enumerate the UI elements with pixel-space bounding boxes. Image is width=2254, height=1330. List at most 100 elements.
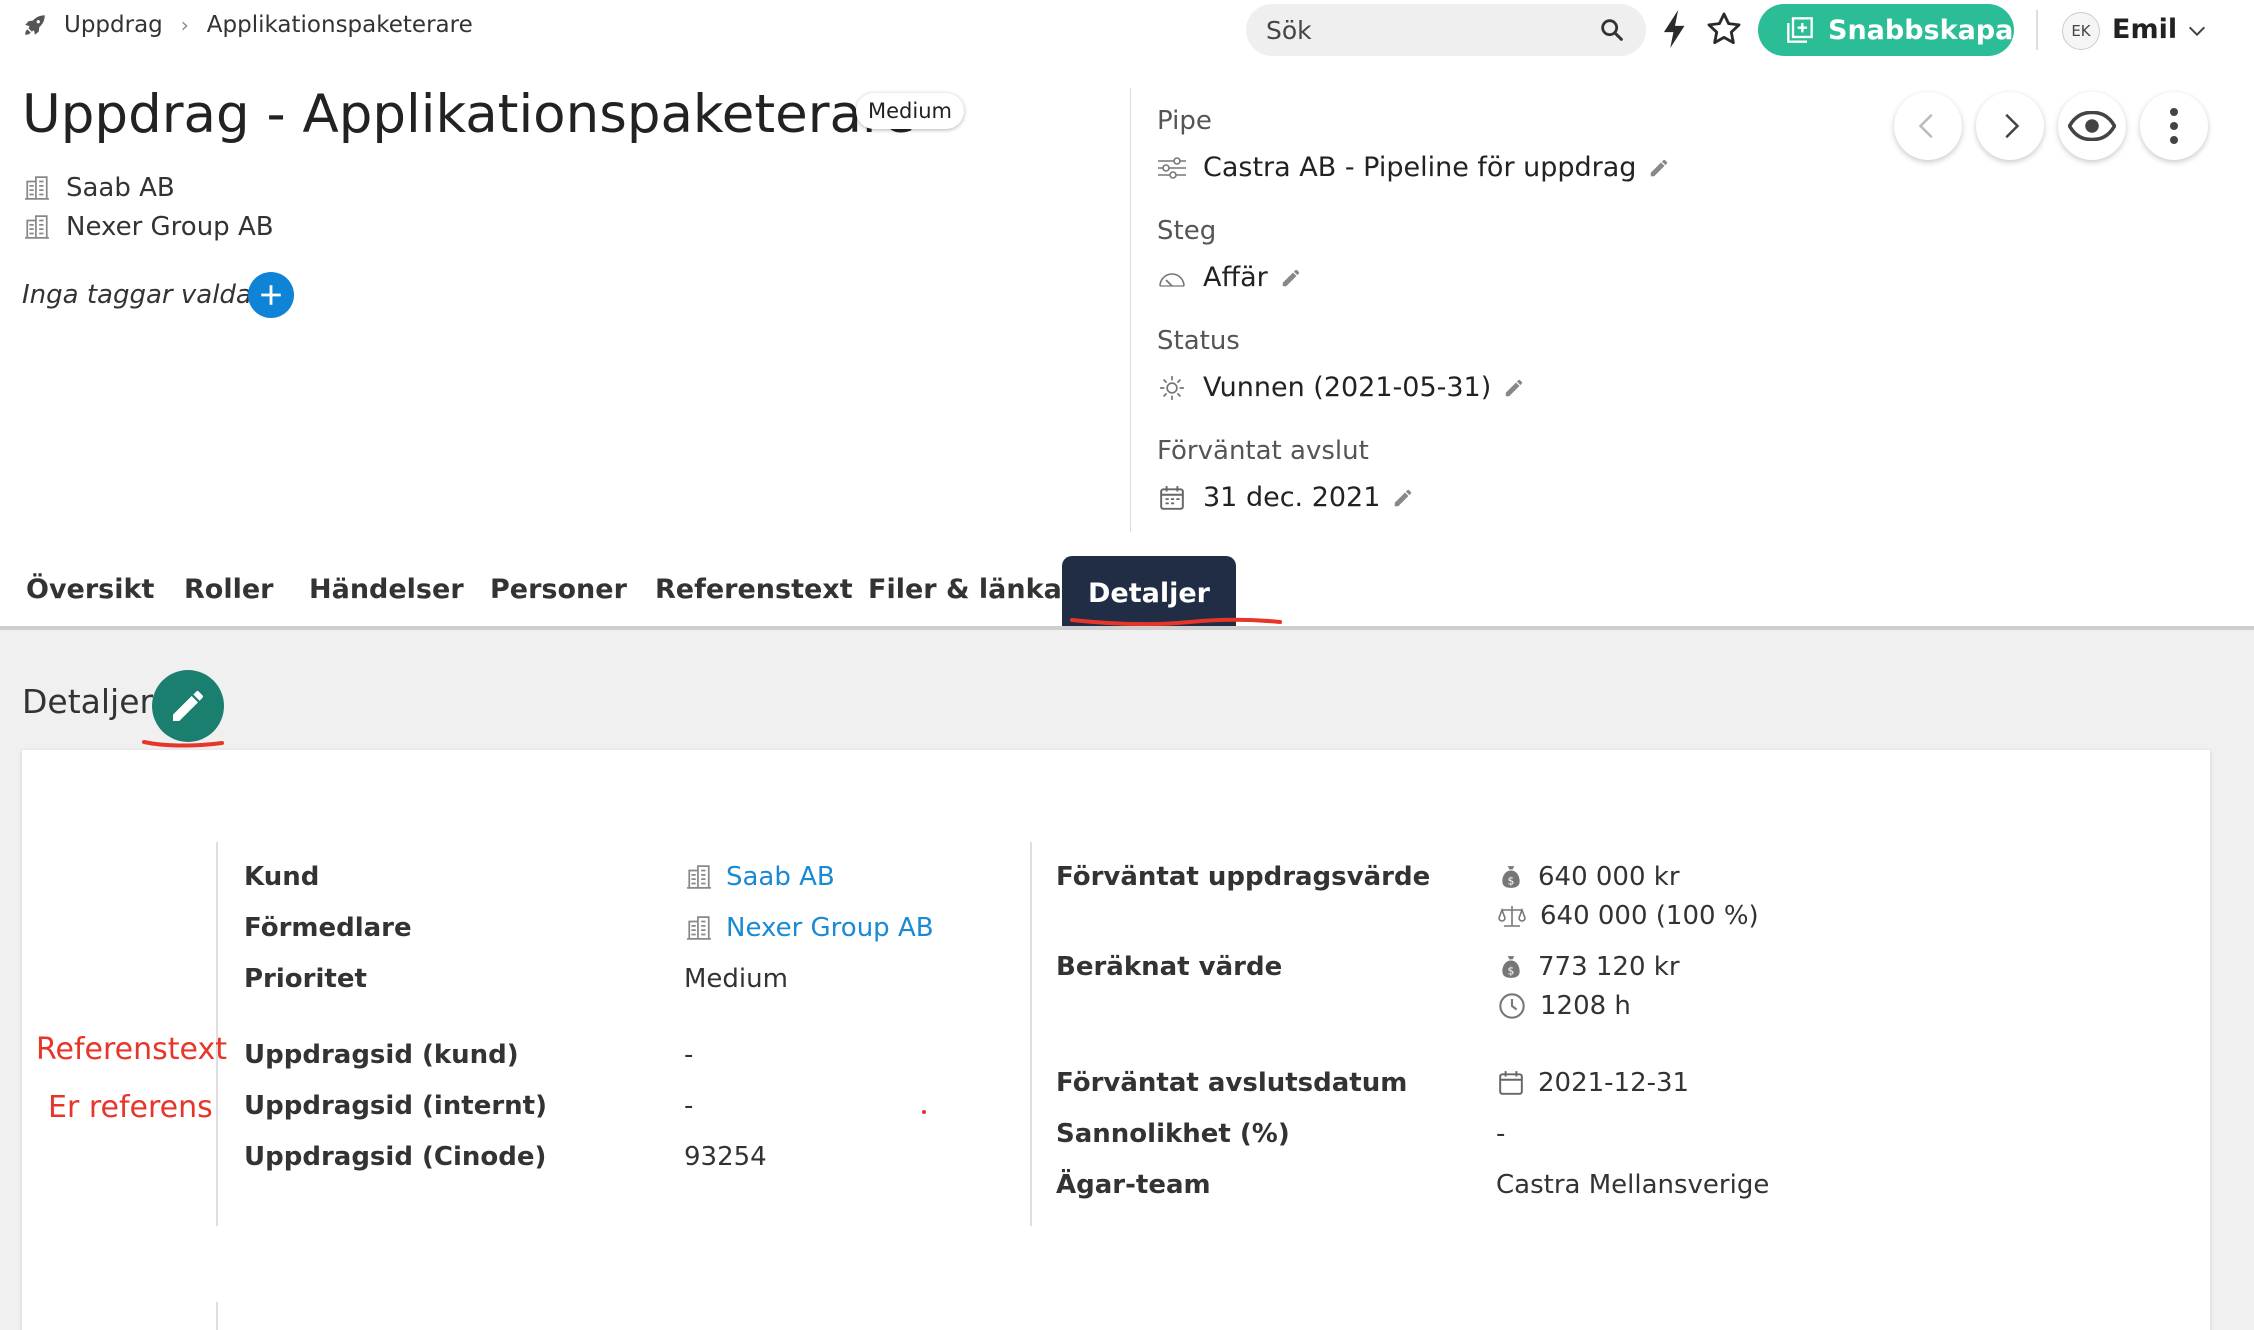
breadcrumb-separator: › [180, 13, 189, 37]
star-icon[interactable] [1705, 10, 1743, 48]
pipe-field: Castra AB - Pipeline för uppdrag [1157, 152, 1670, 183]
building-icon [687, 916, 711, 940]
detail-label: Ägar-team [1056, 1170, 1211, 1200]
tab-referenstext[interactable]: Referenstext [655, 574, 853, 605]
detail-value: - [684, 1040, 694, 1070]
breadcrumb-current: Applikationspaketerare [206, 12, 473, 38]
tab-handelser[interactable]: Händelser [309, 574, 464, 605]
detail-label: Kund [244, 862, 320, 892]
detail-label: Uppdragsid (Cinode) [244, 1142, 547, 1172]
detail-label: Förmedlare [244, 913, 412, 943]
more-options-button[interactable] [2140, 92, 2208, 160]
annotation-er-referens: Er referens [48, 1090, 213, 1125]
expected-weighted-amount: 640 000 (100 %) [1540, 901, 1759, 931]
section-title: Detaljer [22, 682, 154, 721]
chevron-right-icon [2005, 113, 2020, 139]
sun-icon [1160, 375, 1184, 400]
close-date-value: 2021-12-31 [1538, 1068, 1690, 1098]
close-date: 2021-12-31 [1498, 1068, 1689, 1098]
pipe-value: Castra AB - Pipeline för uppdrag [1203, 152, 1637, 183]
breadcrumb: Uppdrag › Applikationspaketerare [22, 12, 473, 38]
tab-filer-lankar[interactable]: Filer & länkar [868, 574, 1075, 605]
red-dot-annotation [922, 1110, 926, 1114]
plus-icon [261, 285, 281, 305]
svg-text:$: $ [1508, 875, 1515, 888]
detail-label: Förväntat uppdragsvärde [1056, 862, 1431, 892]
lightning-icon[interactable] [1660, 10, 1690, 48]
top-bar: Uppdrag › Applikationspaketerare Snabbsk… [0, 0, 2254, 60]
status-value: Vunnen (2021-05-31) [1203, 372, 1492, 403]
quick-create-button[interactable]: Snabbskapa [1758, 4, 2014, 56]
pencil-icon[interactable] [1648, 157, 1670, 179]
chevron-down-icon[interactable] [2186, 20, 2208, 42]
pencil-icon[interactable] [1392, 487, 1414, 509]
calculated-hours-amount: 1208 h [1540, 991, 1631, 1021]
avatar[interactable]: EK [2062, 12, 2100, 50]
watch-button[interactable] [2058, 92, 2126, 160]
probability-value: - [1496, 1119, 1506, 1149]
calculated-hours: 1208 h [1498, 991, 1631, 1021]
step-field: Affär [1157, 262, 1302, 293]
pipe-label: Pipe [1157, 106, 1212, 136]
clock-icon [1499, 993, 1525, 1019]
status-label: Status [1157, 326, 1240, 356]
building-icon [687, 865, 711, 889]
search-icon[interactable] [1598, 16, 1626, 44]
money-bag-icon: $ [1502, 956, 1520, 978]
add-tag-button[interactable] [248, 272, 294, 318]
tab-roller[interactable]: Roller [184, 574, 273, 605]
previous-button[interactable] [1894, 92, 1962, 160]
customer-link[interactable]: Saab AB [686, 862, 835, 892]
pencil-icon[interactable] [1280, 267, 1302, 289]
no-tags-text: Inga taggar valda [22, 280, 252, 310]
tab-oversikt[interactable]: Översikt [26, 574, 154, 605]
priority-badge: Medium [856, 93, 964, 129]
column-divider [216, 1302, 218, 1330]
column-divider [1030, 842, 1032, 1226]
building-icon [25, 215, 49, 239]
detail-label: Förväntat avslutsdatum [1056, 1068, 1408, 1098]
pencil-icon[interactable] [1503, 377, 1525, 399]
next-button[interactable] [1976, 92, 2044, 160]
broker-name: Nexer Group AB [726, 913, 934, 943]
details-card: Referenstext Er referens Kund Saab AB Fö… [22, 750, 2210, 1330]
calendar-icon [1499, 1071, 1523, 1095]
edit-details-button[interactable] [152, 670, 224, 742]
broker-link[interactable]: Nexer Group AB [686, 913, 934, 943]
expected-close-value: 31 dec. 2021 [1203, 482, 1381, 513]
organization-name: Saab AB [66, 173, 175, 203]
detail-label: Uppdragsid (internt) [244, 1091, 547, 1121]
breadcrumb-root-link[interactable]: Uppdrag [64, 12, 163, 38]
money-bag-icon: $ [1502, 866, 1520, 888]
user-name[interactable]: Emil [2112, 14, 2177, 45]
expected-value: $ 640 000 kr [1498, 862, 1680, 892]
step-label: Steg [1157, 216, 1217, 246]
expected-close-field: 31 dec. 2021 [1157, 482, 1414, 513]
detail-value: 93254 [684, 1142, 767, 1172]
tab-personer[interactable]: Personer [490, 574, 627, 605]
gauge-icon [1159, 272, 1185, 287]
customer-name: Saab AB [726, 862, 835, 892]
expected-value-amount: 640 000 kr [1538, 862, 1680, 892]
organization-name: Nexer Group AB [66, 212, 274, 242]
calculated-value-amount: 773 120 kr [1538, 952, 1680, 982]
organization-item[interactable]: Nexer Group AB [24, 212, 274, 242]
search-box [1246, 4, 1646, 56]
balance-scale-icon [1498, 906, 1526, 927]
details-panel: Detaljer Referenstext Er referens Kund S… [0, 630, 2254, 1330]
organization-item[interactable]: Saab AB [24, 173, 175, 203]
building-icon [25, 176, 49, 200]
pencil-icon [173, 691, 203, 721]
detail-label: Sannolikhet (%) [1056, 1119, 1290, 1149]
page-title: Uppdrag - Applikationspaketerare [22, 84, 916, 145]
annotation-referenstext: Referenstext [36, 1032, 227, 1067]
calendar-icon [1160, 485, 1184, 510]
detail-label: Uppdragsid (kund) [244, 1040, 519, 1070]
more-vertical-icon [2170, 108, 2178, 144]
sliders-icon [1158, 156, 1186, 179]
eye-icon [2068, 111, 2116, 141]
quick-create-label: Snabbskapa [1828, 14, 2014, 46]
svg-text:$: $ [1508, 965, 1515, 978]
search-input[interactable] [1266, 12, 1586, 48]
expected-close-label: Förväntat avslut [1157, 436, 1369, 466]
